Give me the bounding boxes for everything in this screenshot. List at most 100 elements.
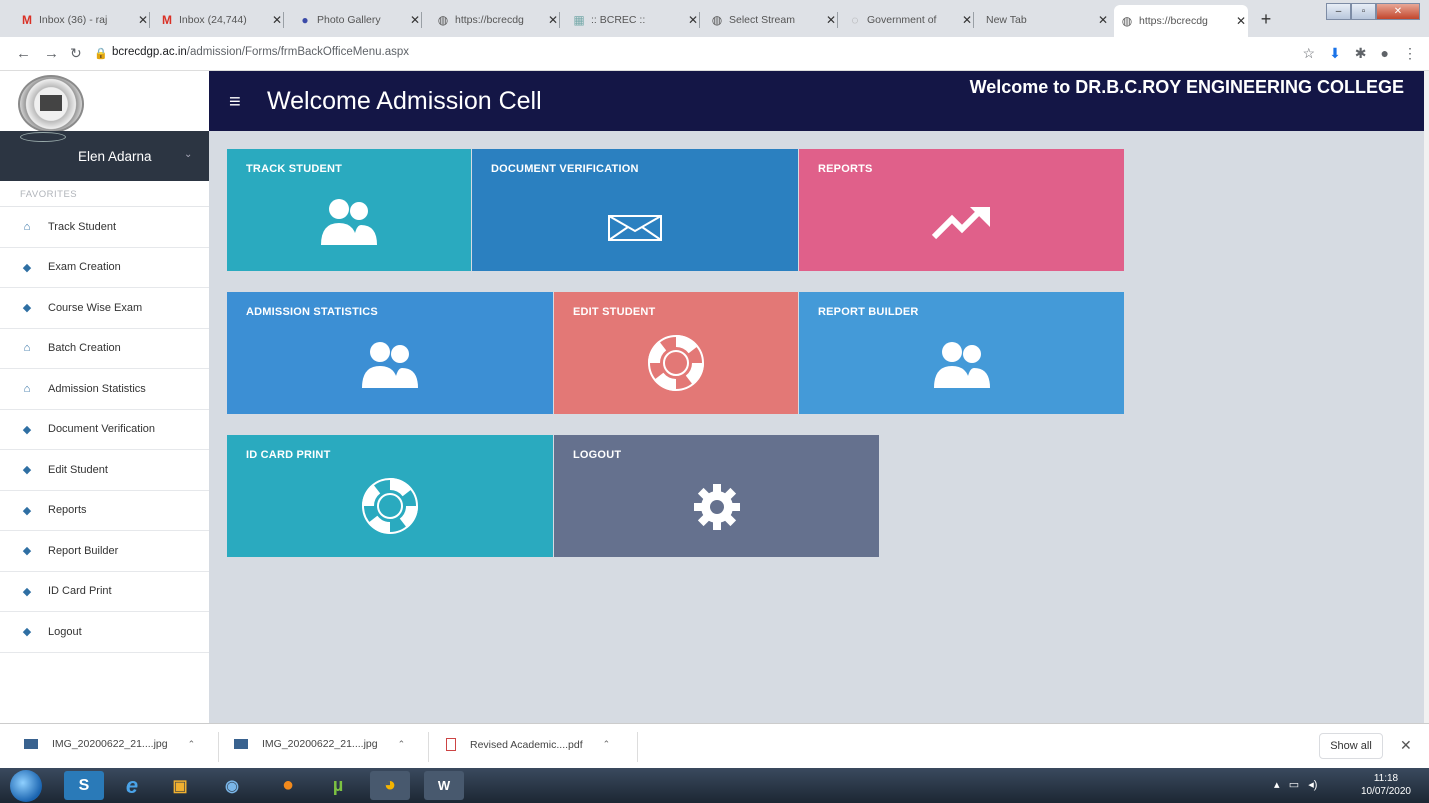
sidebar-item-batch-creation[interactable]: ⌂ Batch Creation (0, 329, 209, 369)
extension-icon[interactable]: ✱ (1355, 45, 1367, 62)
sidebar-item-document-verification[interactable]: ◆ Document Verification (0, 410, 209, 450)
home-icon: ⌂ (23, 382, 31, 395)
system-clock[interactable]: 11:18 10/07/2020 (1361, 772, 1411, 798)
browser-tab[interactable]: ◌ Government of ✕ (842, 7, 974, 33)
browser-tab[interactable]: ◍ https://bcrecdg ✕ (430, 7, 560, 33)
sidebar-item-report-builder[interactable]: ◆ Report Builder (0, 531, 209, 572)
image-file-icon (24, 739, 38, 749)
browser-tab[interactable]: ● Photo Gallery ✕ (292, 7, 422, 33)
gmail-icon: M (162, 13, 172, 27)
close-tab-icon[interactable]: ✕ (546, 13, 560, 27)
browser-tab[interactable]: M Inbox (36) - raj ✕ (14, 7, 150, 33)
sidebar-item-edit-student[interactable]: ◆ Edit Student (0, 450, 209, 491)
tile-document-verification[interactable]: DOCUMENT VERIFICATION (472, 149, 798, 271)
trend-up-icon (799, 205, 1124, 241)
sidebar-item-logout[interactable]: ◆ Logout (0, 612, 209, 653)
url-field[interactable]: bcrecdgp.ac.in/admission/Forms/frmBackOf… (112, 46, 409, 58)
browser-tab[interactable]: M Inbox (24,744) ✕ (154, 7, 284, 33)
maximize-button[interactable]: ▫ (1351, 3, 1376, 20)
firefox-icon[interactable]: ● (268, 771, 308, 800)
browser-tab[interactable]: ▦ :: BCREC :: ✕ (566, 7, 700, 33)
internet-explorer-icon[interactable]: e (112, 771, 152, 800)
star-icon[interactable]: ☆ (1303, 45, 1316, 62)
new-tab-button[interactable]: + (1255, 9, 1277, 31)
tile-report-builder[interactable]: REPORT BUILDER (799, 292, 1124, 414)
menu-icon[interactable]: ⋮ (1403, 45, 1417, 62)
scrollbar[interactable] (1424, 71, 1429, 723)
forward-icon[interactable]: → (44, 45, 59, 62)
logo-area (0, 71, 209, 133)
close-tab-icon[interactable]: ✕ (270, 13, 284, 27)
download-icon[interactable]: ⬇ (1329, 45, 1341, 62)
hamburger-menu-icon[interactable]: ≡ (229, 91, 241, 114)
sidebar-item-admission-statistics[interactable]: ⌂ Admission Statistics (0, 369, 209, 410)
sidebar-item-id-card-print[interactable]: ◆ ID Card Print (0, 572, 209, 612)
user-panel[interactable]: Elen Adarna ⌄ (0, 131, 209, 181)
home-icon: ⌂ (23, 220, 31, 233)
tile-edit-student[interactable]: EDIT STUDENT (554, 292, 798, 414)
chevron-up-icon[interactable]: ⌃ (603, 739, 611, 750)
tile-id-card-print[interactable]: ID CARD PRINT (227, 435, 553, 557)
minimize-button[interactable]: – (1326, 3, 1351, 20)
start-button[interactable] (10, 770, 42, 802)
download-item[interactable]: IMG_20200622_21....jpg ⌃ (234, 738, 405, 750)
site-icon: ● (301, 13, 309, 27)
tile-admission-statistics[interactable]: ADMISSION STATISTICS (227, 292, 553, 414)
envelope-icon (472, 215, 798, 241)
address-bar: ← → ↻ 🔒 bcrecdgp.ac.in/admission/Forms/f… (0, 37, 1429, 71)
close-tab-icon[interactable]: ✕ (1096, 13, 1110, 27)
reload-icon[interactable]: ↻ (70, 45, 82, 62)
chrome-icon[interactable]: ◕ (370, 771, 410, 800)
chevron-up-icon[interactable]: ⌃ (188, 739, 196, 750)
system-tray-icons[interactable]: ▴ ▭ ◂) (1274, 778, 1317, 791)
cube-icon: ◆ (22, 626, 32, 639)
skype-icon[interactable]: S (64, 771, 104, 800)
close-downloads-icon[interactable]: ✕ (1400, 737, 1412, 754)
close-tab-icon[interactable]: ✕ (136, 13, 150, 27)
back-icon[interactable]: ← (16, 45, 31, 62)
utorrent-icon[interactable]: µ (318, 771, 358, 800)
cube-icon: ◆ (22, 545, 32, 558)
browser-tab-strip: M Inbox (36) - raj ✕ M Inbox (24,744) ✕ … (0, 0, 1429, 37)
browser-tab[interactable]: New Tab ✕ (980, 7, 1110, 33)
download-item[interactable]: Revised Academic....pdf ⌃ (446, 738, 610, 751)
sidebar-item-track-student[interactable]: ⌂ Track Student (0, 207, 209, 248)
tile-track-student[interactable]: TRACK STUDENT (227, 149, 471, 271)
close-window-button[interactable]: ✕ (1376, 3, 1420, 20)
browser-tab-active[interactable]: ◍ https://bcrecdg ✕ (1114, 5, 1248, 37)
download-item[interactable]: IMG_20200622_21....jpg ⌃ (24, 738, 195, 750)
sidebar-item-course-wise-exam[interactable]: ◆ Course Wise Exam (0, 288, 209, 329)
chevron-up-icon[interactable]: ⌃ (398, 739, 406, 750)
sidebar: Elen Adarna ⌄ FAVORITES ⌂ Track Student … (0, 71, 209, 723)
tile-logout[interactable]: LOGOUT (554, 435, 879, 557)
site-icon: ◌ (851, 13, 859, 27)
word-icon[interactable]: W (424, 771, 464, 800)
profile-icon[interactable]: ● (1381, 45, 1389, 62)
divider (637, 732, 638, 762)
avatar-halo-icon (20, 132, 66, 142)
close-tab-icon[interactable]: ✕ (408, 13, 422, 27)
show-all-downloads-button[interactable]: Show all (1319, 733, 1383, 759)
browser-tab[interactable]: ◍ Select Stream ✕ (704, 7, 838, 33)
cube-icon: ◆ (22, 504, 32, 517)
sidebar-item-reports[interactable]: ◆ Reports (0, 491, 209, 531)
lifebuoy-icon (554, 334, 798, 392)
gmail-icon: M (22, 13, 32, 27)
sidebar-item-exam-creation[interactable]: ◆ Exam Creation (0, 248, 209, 288)
chevron-down-icon[interactable]: ⌄ (184, 149, 192, 160)
favorites-label: FAVORITES (0, 181, 209, 207)
cube-icon: ◆ (22, 423, 32, 436)
app-icon[interactable]: ◉ (212, 771, 252, 800)
folder-icon[interactable]: ▣ (160, 771, 200, 800)
close-tab-icon[interactable]: ✕ (686, 13, 700, 27)
tile-reports[interactable]: REPORTS (799, 149, 1124, 271)
globe-icon: ◍ (1121, 14, 1133, 28)
os-taskbar: S e ▣ ◉ ● µ ◕ W ▴ ▭ ◂) 11:18 10/07/2020 (0, 768, 1429, 803)
close-tab-icon[interactable]: ✕ (960, 13, 974, 27)
divider (428, 732, 429, 762)
users-icon (227, 340, 553, 390)
home-icon: ⌂ (23, 342, 31, 355)
close-tab-icon[interactable]: ✕ (1234, 14, 1248, 28)
toolbar-icons: ☆ ⬇ ✱ ● ⋮ (1303, 45, 1418, 62)
close-tab-icon[interactable]: ✕ (824, 13, 838, 27)
